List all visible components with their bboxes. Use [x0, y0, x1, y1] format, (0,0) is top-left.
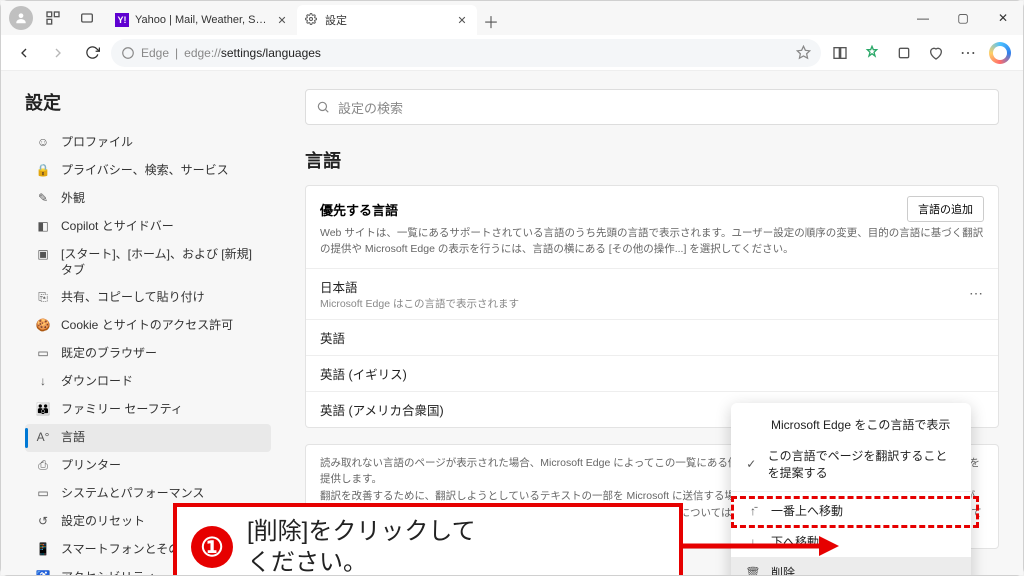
section-title-languages: 言語: [305, 147, 999, 173]
language-name: 英語 (イギリス): [320, 364, 407, 383]
language-name: 英語: [320, 328, 345, 347]
tab-label: 設定: [325, 12, 449, 28]
trash-icon: 🗑: [745, 566, 761, 576]
profile-avatar[interactable]: [9, 6, 33, 30]
paint-icon: ✎: [35, 191, 51, 207]
window-controls: — ▢ ✕: [903, 3, 1023, 33]
browser-window: Y! Yahoo | Mail, Weather, Search, Po ✕ 設…: [0, 0, 1024, 576]
addr-edge-label: Edge: [141, 46, 169, 60]
close-button[interactable]: ✕: [983, 3, 1023, 33]
instruction-callout: ① [削除]をクリックして ください。: [173, 503, 683, 575]
extensions-icon[interactable]: [889, 38, 919, 68]
language-row-english: 英語: [306, 320, 998, 355]
language-name: 日本語: [320, 277, 519, 296]
preferred-languages-card: 優先する言語 言語の追加 Web サイトは、一覧にあるサポートされている言語のう…: [305, 185, 999, 428]
language-sub: Microsoft Edge はこの言語で表示されます: [320, 296, 519, 311]
tab-settings[interactable]: 設定 ✕: [297, 5, 477, 35]
sidebar-item-start[interactable]: ▣[スタート]、[ホーム]、および [新規] タブ: [25, 241, 271, 284]
content-area: 設定 ☺プロファイル 🔒プライバシー、検索、サービス ✎外観 ◧Copilot …: [1, 71, 1023, 575]
address-bar[interactable]: Edge | edge://settings/languages: [111, 39, 821, 67]
settings-search[interactable]: 設定の検索: [305, 89, 999, 125]
sidebar-item-share[interactable]: ⎘共有、コピーして貼り付け: [25, 284, 271, 312]
gear-icon: [305, 13, 319, 27]
browser-icon: ▭: [35, 346, 51, 362]
move-top-icon: ↑̄: [745, 504, 761, 518]
language-name: 英語 (アメリカ合衆国): [320, 400, 444, 419]
home-icon: ▣: [35, 247, 51, 263]
sidebar-item-printers[interactable]: ⎙プリンター: [25, 452, 271, 480]
minimize-button[interactable]: —: [903, 3, 943, 33]
menu-item-display-edge[interactable]: Microsoft Edge をこの言語で表示: [731, 409, 971, 440]
sidebar-item-family[interactable]: 👪ファミリー セーフティ: [25, 396, 271, 424]
refresh-button[interactable]: [77, 38, 107, 68]
workspaces-icon[interactable]: [39, 4, 67, 32]
language-icon: A°: [35, 430, 51, 446]
callout-text: [削除]をクリックして ください。: [247, 516, 476, 575]
annotation-arrow: [679, 531, 839, 561]
language-row-japanese: 日本語 Microsoft Edge はこの言語で表示されます ⋯: [306, 269, 998, 319]
close-icon[interactable]: ✕: [455, 13, 469, 27]
sidebar-item-privacy[interactable]: 🔒プライバシー、検索、サービス: [25, 157, 271, 185]
sidebar-item-downloads[interactable]: ↓ダウンロード: [25, 368, 271, 396]
copilot-button[interactable]: [985, 38, 1015, 68]
reset-icon: ↺: [35, 514, 51, 530]
lock-icon: 🔒: [35, 163, 51, 179]
preferred-languages-desc: Web サイトは、一覧にあるサポートされている言語のうち先頭の言語で表示されます…: [306, 222, 998, 268]
language-row-english-uk: 英語 (イギリス): [306, 356, 998, 391]
menu-item-offer-translate[interactable]: ✓この言語でページを翻訳することを提案する: [731, 440, 971, 488]
check-icon: ✓: [745, 457, 758, 471]
tab-actions-icon[interactable]: [73, 4, 101, 32]
back-button[interactable]: [9, 38, 39, 68]
browser-essentials-icon[interactable]: [921, 38, 951, 68]
preferred-languages-title: 優先する言語: [320, 200, 398, 219]
language-more-button[interactable]: ⋯: [969, 285, 984, 302]
phone-icon: 📱: [35, 542, 51, 558]
collections-icon[interactable]: [857, 38, 887, 68]
callout-number: ①: [191, 526, 233, 568]
forward-button[interactable]: [43, 38, 73, 68]
download-icon: ↓: [35, 374, 51, 390]
yahoo-favicon-icon: Y!: [115, 13, 129, 27]
sidebar-title: 設定: [25, 89, 271, 115]
menu-item-move-top[interactable]: ↑̄一番上へ移動: [731, 495, 971, 526]
tab-label: Yahoo | Mail, Weather, Search, Po: [135, 14, 269, 26]
accessibility-icon: ♿: [35, 570, 51, 575]
maximize-button[interactable]: ▢: [943, 3, 983, 33]
sidebar-item-copilot[interactable]: ◧Copilot とサイドバー: [25, 213, 271, 241]
favorite-icon[interactable]: [796, 45, 811, 60]
close-icon[interactable]: ✕: [275, 13, 289, 27]
system-icon: ▭: [35, 486, 51, 502]
cookie-icon: 🍪: [35, 318, 51, 334]
add-language-button[interactable]: 言語の追加: [907, 196, 984, 222]
sidebar-item-appearance[interactable]: ✎外観: [25, 185, 271, 213]
printer-icon: ⎙: [35, 458, 51, 474]
sidebar-icon: ◧: [35, 219, 51, 235]
more-button[interactable]: ⋯: [953, 38, 983, 68]
profile-icon: ☺: [35, 135, 51, 151]
settings-sidebar: 設定 ☺プロファイル 🔒プライバシー、検索、サービス ✎外観 ◧Copilot …: [1, 71, 281, 575]
search-placeholder: 設定の検索: [338, 98, 403, 117]
edge-icon: [121, 46, 135, 60]
sidebar-item-cookies[interactable]: 🍪Cookie とサイトのアクセス許可: [25, 312, 271, 340]
tab-strip: Y! Yahoo | Mail, Weather, Search, Po ✕ 設…: [107, 1, 903, 35]
family-icon: 👪: [35, 402, 51, 418]
new-tab-button[interactable]: ＋: [477, 7, 505, 35]
split-screen-icon[interactable]: [825, 38, 855, 68]
sidebar-item-default[interactable]: ▭既定のブラウザー: [25, 340, 271, 368]
sidebar-item-languages[interactable]: A°言語: [25, 424, 271, 452]
sidebar-item-profile[interactable]: ☺プロファイル: [25, 129, 271, 157]
titlebar: Y! Yahoo | Mail, Weather, Search, Po ✕ 設…: [1, 1, 1023, 35]
search-icon: [316, 100, 330, 114]
toolbar: Edge | edge://settings/languages ⋯: [1, 35, 1023, 71]
share-icon: ⎘: [35, 290, 51, 306]
tab-yahoo[interactable]: Y! Yahoo | Mail, Weather, Search, Po ✕: [107, 5, 297, 35]
